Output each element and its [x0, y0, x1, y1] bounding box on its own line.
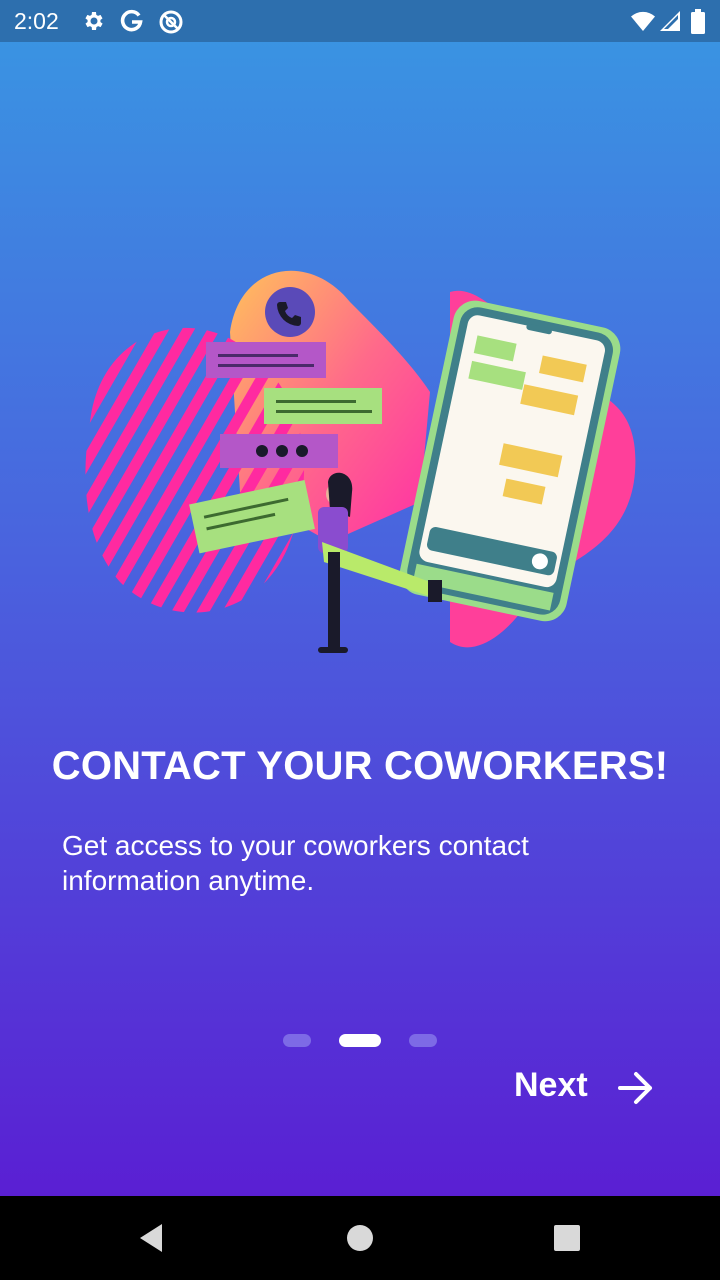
settings-icon [85, 12, 103, 30]
battery-icon [691, 9, 705, 34]
page-dot-2-active[interactable] [339, 1034, 381, 1047]
signal-icon [660, 11, 680, 31]
home-button[interactable] [346, 1224, 374, 1252]
next-label: Next [514, 1066, 588, 1104]
navigation-bar [0, 1196, 720, 1280]
page-indicator [0, 1032, 720, 1048]
page-dot-1[interactable] [283, 1034, 311, 1047]
recents-button[interactable] [554, 1225, 580, 1251]
status-bar: 2:02 [0, 0, 720, 42]
onboarding-title: CONTACT YOUR COWORKERS! [51, 744, 669, 788]
google-icon [120, 9, 143, 32]
page-dot-3[interactable] [409, 1034, 437, 1047]
onboarding-screen: CONTACT YOUR COWORKERS! Get access to yo… [0, 42, 720, 1196]
no-disturb-icon [159, 10, 183, 34]
back-button[interactable] [136, 1222, 166, 1254]
arrow-right-icon [618, 1072, 652, 1104]
woman-texting-phone-illustration [85, 270, 636, 653]
status-time: 2:02 [14, 8, 59, 34]
wifi-icon [631, 11, 655, 31]
onboarding-description: Get access to your coworkers contact inf… [62, 830, 529, 896]
next-button[interactable]: Next [512, 1062, 672, 1112]
